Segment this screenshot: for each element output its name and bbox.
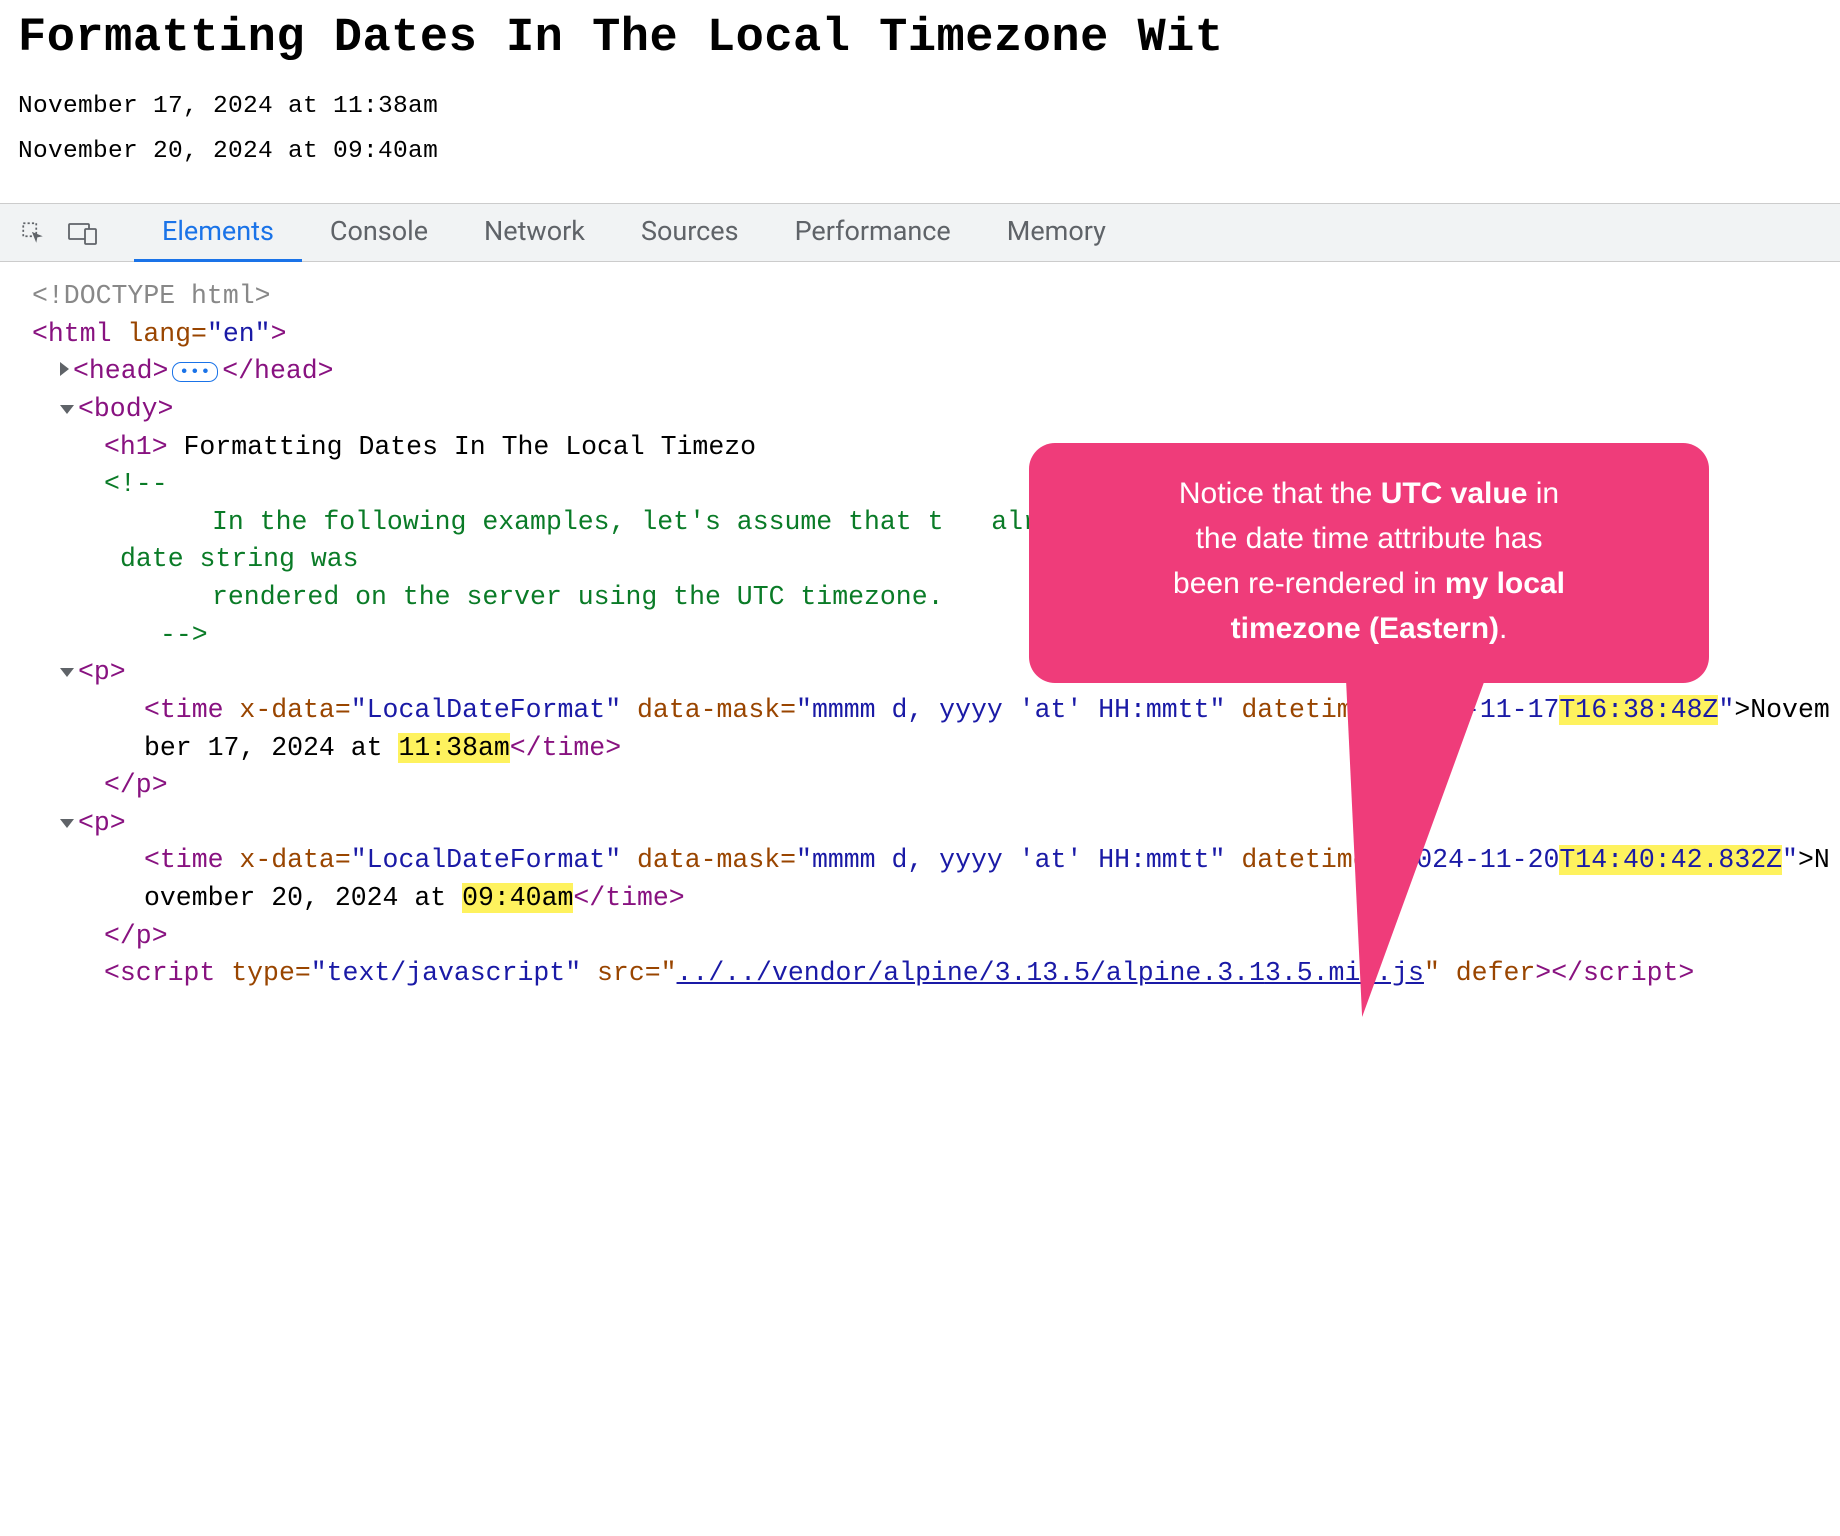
page-title: Formatting Dates In The Local Timezone W… [18, 12, 1822, 65]
dom-script[interactable]: <script type="text/javascript" src="../.… [32, 955, 1830, 993]
annotation-callout: Notice that the UTC value in the date ti… [1029, 443, 1709, 683]
device-toggle-icon[interactable] [58, 204, 108, 262]
tab-memory[interactable]: Memory [979, 204, 1134, 262]
tab-console[interactable]: Console [302, 204, 456, 262]
dom-body-open[interactable]: <body> [32, 391, 1830, 429]
caret-down-icon[interactable] [60, 668, 74, 677]
dom-doctype[interactable]: <!DOCTYPE html> [32, 278, 1830, 316]
ellipsis-badge[interactable]: ••• [172, 362, 218, 382]
inspect-icon[interactable] [8, 204, 58, 262]
devtools-tab-strip: Elements Console Network Sources Perform… [0, 204, 1840, 262]
tab-network[interactable]: Network [456, 204, 613, 262]
dom-p1-close[interactable]: </p> [32, 767, 1830, 805]
tab-elements[interactable]: Elements [134, 204, 302, 262]
dom-html-open[interactable]: <html lang="en"> [32, 316, 1830, 354]
caret-down-icon[interactable] [60, 819, 74, 828]
dom-time2[interactable]: <time x-data="LocalDateFormat" data-mask… [32, 842, 1830, 917]
caret-down-icon[interactable] [60, 405, 74, 414]
dom-p2-close[interactable]: </p> [32, 918, 1830, 956]
dom-p2-open[interactable]: <p> [32, 805, 1830, 843]
date-line-1: November 17, 2024 at 11:38am [18, 93, 1822, 120]
caret-right-icon[interactable] [60, 362, 69, 376]
rendered-page: Formatting Dates In The Local Timezone W… [0, 0, 1840, 165]
dom-head[interactable]: <head>•••</head> [32, 353, 1830, 391]
dom-time1[interactable]: <time x-data="LocalDateFormat" data-mask… [32, 692, 1830, 767]
tab-sources[interactable]: Sources [613, 204, 767, 262]
annotation-callout-tail [1322, 677, 1486, 1017]
tab-performance[interactable]: Performance [767, 204, 979, 262]
date-line-2: November 20, 2024 at 09:40am [18, 138, 1822, 165]
